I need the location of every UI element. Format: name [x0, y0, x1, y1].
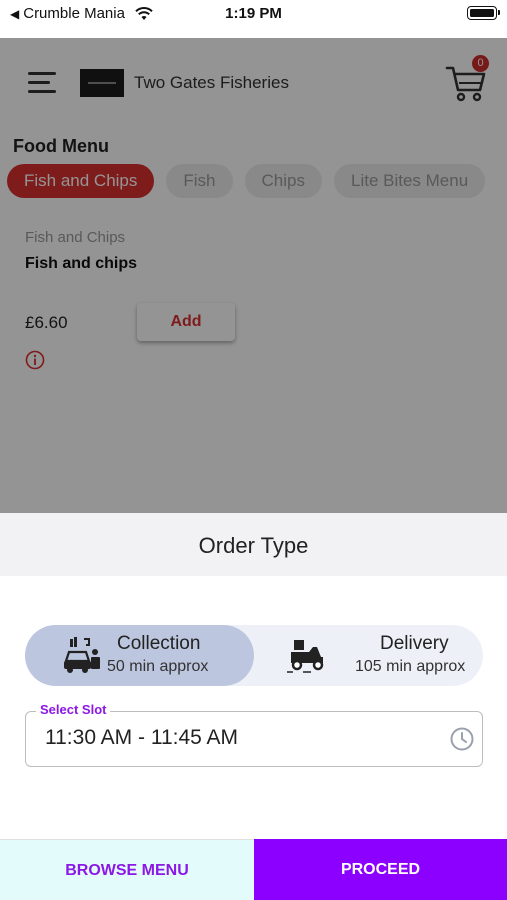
sheet-title: Order Type [198, 533, 309, 558]
browse-menu-button[interactable]: BROWSE MENU [0, 839, 254, 900]
battery-icon [467, 6, 500, 20]
collection-label: Collection [117, 633, 201, 654]
collection-option[interactable]: Collection 50 min approx [25, 625, 254, 686]
delivery-label: Delivery [380, 633, 449, 654]
order-type-toggle: Collection 50 min approx Delivery 105 mi… [25, 625, 483, 686]
status-bar: ◀ Crumble Mania 1:19 PM [0, 0, 507, 38]
delivery-time: 105 min approx [355, 658, 466, 675]
delivery-scooter-icon [287, 635, 327, 675]
sheet-header: Order Type [0, 513, 507, 576]
clock-time: 1:19 PM [225, 5, 282, 22]
slot-label: Select Slot [36, 702, 111, 717]
collection-time: 50 min approx [107, 658, 209, 675]
delivery-option[interactable]: Delivery 105 min approx [254, 625, 483, 686]
slot-select[interactable]: Select Slot 11:30 AM - 11:45 AM [25, 702, 483, 767]
clock-icon[interactable] [449, 726, 475, 752]
order-type-sheet: Order Type Collection 50 min approx Deli… [0, 513, 507, 900]
car-pickup-icon [62, 635, 102, 675]
sheet-footer: BROWSE MENU PROCEED [0, 839, 507, 900]
slot-value: 11:30 AM - 11:45 AM [45, 726, 238, 749]
proceed-button[interactable]: PROCEED [254, 839, 507, 900]
modal-backdrop[interactable] [0, 38, 507, 513]
